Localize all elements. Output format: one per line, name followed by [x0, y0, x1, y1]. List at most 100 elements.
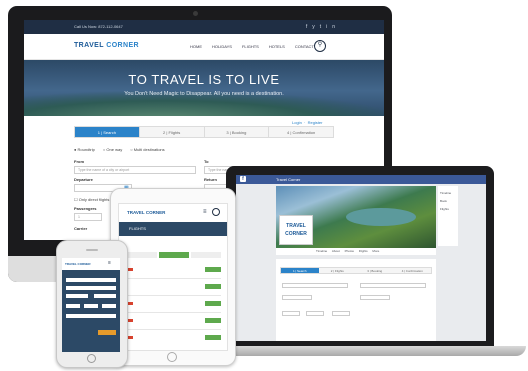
select-button[interactable]: [205, 301, 221, 306]
search-icon[interactable]: ⚲: [314, 40, 326, 52]
radio-roundtrip[interactable]: ● Roundtrip: [74, 147, 95, 152]
page-logo-2: CORNER: [285, 231, 307, 237]
return-input[interactable]: [360, 295, 390, 300]
step-booking[interactable]: 3 | Booking: [204, 127, 270, 137]
step-flights[interactable]: 2 | Flights: [139, 127, 205, 137]
tablet-screen: TRAVEL CORNER ≡ FLIGHTS: [118, 203, 228, 351]
flight-divider: [127, 295, 221, 296]
fb-side-item[interactable]: Timeline: [440, 189, 456, 197]
phone-from-input[interactable]: [66, 278, 116, 282]
from-input[interactable]: [282, 283, 348, 288]
speaker-icon: [86, 249, 98, 251]
home-button-icon[interactable]: [167, 352, 177, 362]
fb-side-item[interactable]: Book: [440, 197, 456, 205]
children-stepper[interactable]: [306, 311, 324, 316]
nav-flights[interactable]: FLIGHTS: [242, 44, 259, 49]
step-search[interactable]: 1 | Search: [281, 268, 319, 273]
phone-search-panel: [62, 270, 120, 352]
menu-icon[interactable]: ≡: [203, 209, 209, 215]
laptop-base: [198, 346, 526, 356]
radio-oneway[interactable]: ○ One way: [103, 147, 122, 152]
flight-divider: [127, 278, 221, 279]
step-booking[interactable]: 3 | Booking: [356, 268, 394, 273]
main-nav: TRAVEL CORNER HOME HOLIDAYS FLIGHTS HOTE…: [24, 34, 384, 60]
radio-label: Roundtrip: [77, 147, 95, 152]
direct-flights-checkbox[interactable]: ☐ Only direct flights: [74, 197, 109, 202]
from-input[interactable]: Type the name of a city or airport: [74, 166, 196, 174]
departure-input[interactable]: [282, 295, 312, 300]
date-tabs: [127, 252, 221, 258]
phone-screen: TRAVEL CORNER ≡: [62, 258, 120, 352]
fb-side-item[interactable]: Flights: [440, 205, 456, 213]
phone-departure-input[interactable]: [66, 294, 88, 298]
social-links: fytin: [306, 24, 340, 30]
home-button-icon[interactable]: [87, 354, 96, 363]
page-tabs[interactable]: Timeline About Photos Flights More: [276, 248, 436, 255]
linkedin-icon[interactable]: in: [326, 24, 340, 30]
flight-divider: [127, 329, 221, 330]
step-confirmation[interactable]: 4 | Confirmation: [393, 268, 431, 273]
date-tab[interactable]: [127, 252, 157, 258]
infants-stepper[interactable]: [332, 311, 350, 316]
section-banner: FLIGHTS: [119, 222, 227, 236]
radio-label: One way: [106, 147, 123, 152]
site-logo[interactable]: TRAVEL CORNER: [74, 42, 139, 49]
auth-links: Login · Register: [292, 120, 323, 125]
step-confirmation[interactable]: 4 | Confirmation: [269, 127, 333, 137]
phone-logo[interactable]: TRAVEL CORNER: [65, 262, 91, 266]
phone-children[interactable]: [84, 304, 98, 308]
phone-return-input[interactable]: [94, 294, 116, 298]
phone-search-button[interactable]: [98, 330, 116, 335]
carrier-label: Carrier: [74, 226, 88, 231]
select-button[interactable]: [205, 335, 221, 340]
return-label: Return: [204, 177, 217, 182]
page-logo-1: TRAVEL: [286, 223, 306, 229]
fb-sidebar: Timeline Book Flights: [438, 186, 458, 246]
tablet-logo[interactable]: TRAVEL CORNER: [127, 210, 165, 215]
phone-to-input[interactable]: [66, 286, 116, 290]
trip-type: ● Roundtrip ○ One way ○ Multi destinatio…: [74, 147, 165, 152]
to-input[interactable]: [360, 283, 426, 288]
checkbox-label: Only direct flights: [78, 197, 110, 202]
radio-label: Multi destinations: [133, 147, 165, 152]
logo-text-2: CORNER: [103, 42, 139, 49]
passengers-stepper[interactable]: [282, 311, 300, 316]
hero-banner: TO TRAVEL IS TO LIVE You Don't Need Magi…: [24, 60, 384, 116]
departure-label: Departure: [74, 177, 93, 182]
menu-icon[interactable]: ≡: [108, 260, 111, 266]
step-search[interactable]: 1 | Search: [75, 127, 140, 137]
date-tab[interactable]: [191, 252, 221, 258]
search-icon[interactable]: [212, 208, 220, 216]
login-link[interactable]: Login: [292, 120, 302, 125]
facebook-header: Travel Corner: [236, 175, 486, 184]
radio-multi[interactable]: ○ Multi destinations: [130, 147, 164, 152]
select-button[interactable]: [205, 267, 221, 272]
phone-carrier-select[interactable]: [66, 314, 116, 318]
logo-text-1: TRAVEL: [74, 42, 104, 49]
nav-hotels[interactable]: HOTELS: [269, 44, 285, 49]
page-logo: TRAVEL CORNER: [279, 215, 313, 245]
fb-page-name: Travel Corner: [276, 177, 301, 182]
date-tab-active[interactable]: [159, 252, 189, 258]
phone-passengers[interactable]: [66, 304, 80, 308]
passengers-label: Passengers: [74, 206, 97, 211]
select-button[interactable]: [205, 318, 221, 323]
nav-home[interactable]: HOME: [190, 44, 202, 49]
nav-menu: HOME HOLIDAYS FLIGHTS HOTELS CONTACT: [190, 44, 314, 49]
youtube-icon[interactable]: y: [312, 24, 320, 30]
passengers-stepper[interactable]: 1: [74, 213, 102, 221]
booking-app: 1 | Search 2 | Flights 3 | Booking 4 | C…: [276, 259, 436, 341]
facebook-icon[interactable]: f: [240, 176, 246, 182]
laptop-screen: Travel Corner f TRAVEL CORNER Timeline Ab…: [236, 175, 486, 341]
booking-steps: 1 | Search 2 | Flights 3 | Booking 4 | C…: [74, 126, 334, 138]
select-button[interactable]: [205, 284, 221, 289]
step-flights[interactable]: 2 | Flights: [318, 268, 356, 273]
to-label: To: [204, 159, 209, 164]
nav-holidays[interactable]: HOLIDAYS: [212, 44, 232, 49]
phone-infants[interactable]: [102, 304, 116, 308]
hero-subtitle: You Don't Need Magic to Disappear. All y…: [124, 91, 284, 97]
camera-icon: [193, 11, 198, 16]
nav-contact[interactable]: CONTACT: [295, 44, 314, 49]
register-link[interactable]: Register: [308, 120, 323, 125]
hero-title: TO TRAVEL IS TO LIVE: [128, 72, 280, 87]
